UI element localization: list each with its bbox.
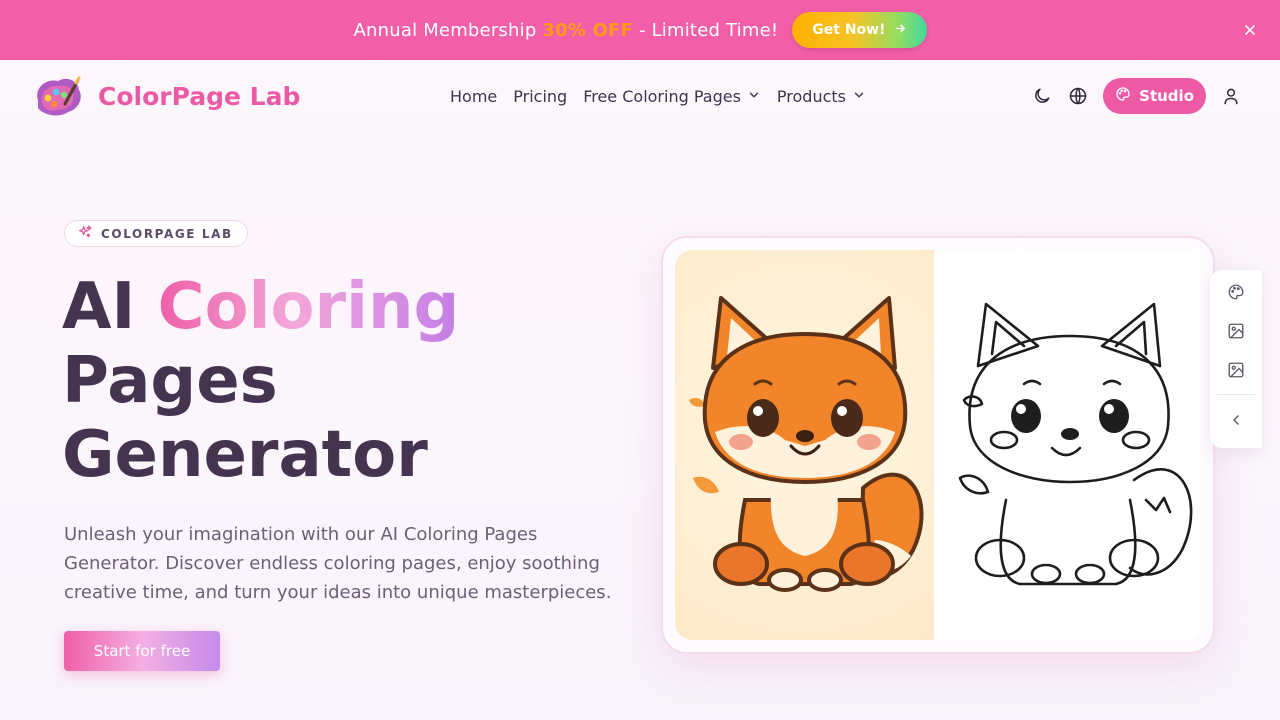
sparkles-icon [77,224,93,243]
promo-text: Annual Membership 30% OFF - Limited Time… [354,20,779,41]
nav-free-coloring-pages-label: Free Coloring Pages [583,86,741,106]
promo-text-before: Annual Membership [353,19,543,41]
chevron-down-icon [852,87,866,106]
image-icon[interactable] [1225,360,1247,381]
palette-logo-icon [32,74,84,118]
promo-banner: Annual Membership 30% OFF - Limited Time… [0,0,1280,60]
studio-button[interactable]: Studio [1103,78,1206,114]
get-now-label: Get Now! [812,22,886,38]
close-icon[interactable] [1238,18,1262,42]
chevron-down-icon [747,87,761,106]
moon-icon[interactable] [1031,85,1053,107]
get-now-button[interactable]: Get Now! [792,12,927,48]
chevron-left-icon[interactable] [1225,409,1247,430]
arrow-right-icon [894,22,907,39]
site-header: ColorPage Lab Home Pricing Free Coloring… [0,60,1280,132]
hero-description: Unleash your imagination with our AI Col… [64,524,612,603]
start-for-free-button[interactable]: Start for free [64,631,220,671]
hero-title-ai: AI [62,270,158,344]
nav-pricing[interactable]: Pricing [513,87,567,106]
promo-discount: 30% OFF [542,19,634,41]
hero-title-generator: Generator [62,418,428,492]
main-nav: Home Pricing Free Coloring Pages Product… [450,60,866,132]
promo-text-after: - Limited Time! [633,19,779,41]
side-toolbar [1210,270,1262,448]
palette-icon[interactable] [1225,282,1247,303]
nav-products-label: Products [776,86,846,106]
hero-badge-label: COLORPAGE LAB [101,226,233,241]
globe-icon[interactable] [1067,85,1089,107]
line-art-fox-image [934,250,1201,640]
brand-logo[interactable]: ColorPage Lab [32,74,300,118]
preview-card [675,250,1201,640]
nav-home-label: Home [450,86,498,106]
toolbar-divider [1217,394,1255,396]
user-icon[interactable] [1220,85,1242,107]
hero-title-coloring: Coloring [157,270,460,344]
hero-title: AI Coloring Pages Generator [62,270,622,492]
nav-pricing-label: Pricing [513,86,568,106]
nav-home[interactable]: Home [450,87,497,106]
palette-icon [1115,86,1131,106]
hero-title-pages: Pages [62,344,278,418]
hero-badge: COLORPAGE LAB [64,220,248,247]
colored-fox-image [675,250,934,640]
image-icon[interactable] [1225,321,1247,342]
header-actions: Studio [1031,60,1242,132]
nav-products[interactable]: Products [777,87,866,106]
nav-free-coloring-pages[interactable]: Free Coloring Pages [583,87,761,106]
studio-label: Studio [1139,87,1194,105]
brand-name: ColorPage Lab [98,81,301,111]
